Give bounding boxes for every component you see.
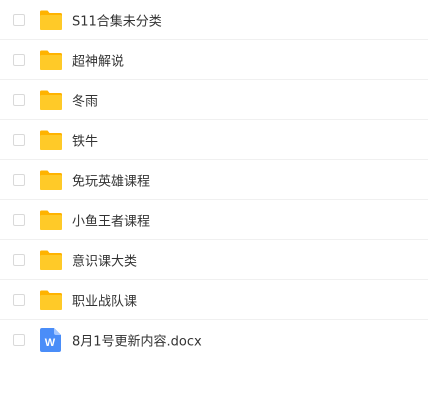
file-row-8[interactable]: 职业战队课 bbox=[0, 280, 428, 320]
file-name[interactable]: S11合集未分类 bbox=[72, 10, 162, 29]
row-checkbox[interactable] bbox=[13, 253, 25, 266]
row-checkbox[interactable] bbox=[13, 133, 25, 146]
word-document-icon: W bbox=[40, 328, 61, 352]
folder-icon bbox=[40, 90, 62, 110]
file-name[interactable]: 职业战队课 bbox=[72, 290, 137, 309]
file-name[interactable]: 铁牛 bbox=[72, 130, 98, 149]
file-row-6[interactable]: 小鱼王者课程 bbox=[0, 200, 428, 240]
folder-icon bbox=[40, 10, 62, 30]
row-checkbox[interactable] bbox=[13, 334, 25, 346]
file-row-1[interactable]: S11合集未分类 bbox=[0, 0, 428, 40]
file-name[interactable]: 8月1号更新内容.docx bbox=[72, 331, 202, 350]
row-checkbox[interactable] bbox=[13, 13, 25, 26]
row-checkbox[interactable] bbox=[13, 53, 25, 66]
file-list: S11合集未分类 超神解说 冬雨 铁牛 免玩英雄课程 小鱼王者课程 意识课大类 … bbox=[0, 0, 428, 360]
folder-icon bbox=[40, 250, 62, 270]
file-row-9[interactable]: W 8月1号更新内容.docx bbox=[0, 320, 428, 360]
file-name[interactable]: 超神解说 bbox=[72, 50, 124, 69]
folder-icon bbox=[40, 210, 62, 230]
folder-icon bbox=[40, 170, 62, 190]
file-row-2[interactable]: 超神解说 bbox=[0, 40, 428, 80]
row-checkbox[interactable] bbox=[13, 173, 25, 186]
folder-icon bbox=[40, 50, 62, 70]
file-row-4[interactable]: 铁牛 bbox=[0, 120, 428, 160]
file-row-3[interactable]: 冬雨 bbox=[0, 80, 428, 120]
file-row-7[interactable]: 意识课大类 bbox=[0, 240, 428, 280]
row-checkbox[interactable] bbox=[13, 213, 25, 226]
row-checkbox[interactable] bbox=[13, 93, 25, 106]
word-badge-letter: W bbox=[45, 337, 56, 349]
file-name[interactable]: 小鱼王者课程 bbox=[72, 210, 150, 229]
row-checkbox[interactable] bbox=[13, 293, 25, 306]
folder-icon bbox=[40, 290, 62, 310]
file-name[interactable]: 免玩英雄课程 bbox=[72, 170, 150, 189]
file-name[interactable]: 冬雨 bbox=[72, 90, 98, 109]
folder-icon bbox=[40, 130, 62, 150]
file-row-5[interactable]: 免玩英雄课程 bbox=[0, 160, 428, 200]
file-name[interactable]: 意识课大类 bbox=[72, 250, 137, 269]
